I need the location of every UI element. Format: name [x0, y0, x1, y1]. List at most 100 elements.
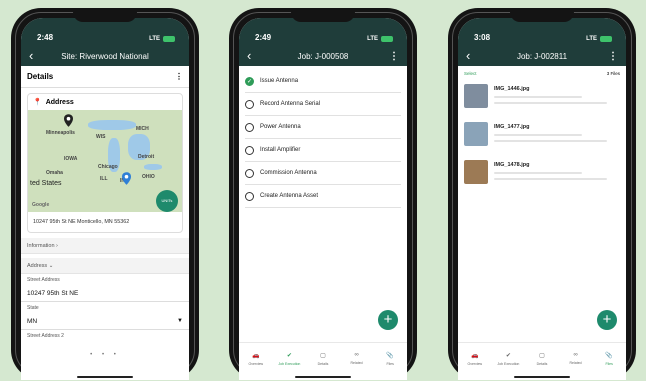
map-label: MICH: [136, 126, 149, 132]
select-button[interactable]: Select: [464, 71, 477, 76]
task-item[interactable]: Power Antenna: [245, 116, 401, 139]
more-options-icon[interactable]: ⋮: [604, 51, 618, 62]
tab-related[interactable]: ∞ Related: [340, 343, 374, 374]
field-label: Street Address: [27, 277, 60, 283]
street-address-field[interactable]: Street Address 10247 95th St NE: [21, 274, 189, 302]
placeholder-line: [494, 172, 583, 174]
tab-label: Job Execution: [497, 361, 520, 366]
phone-notch: [510, 8, 574, 22]
task-item[interactable]: Install Amplifier: [245, 139, 401, 162]
location-pin-icon: 📍: [33, 99, 42, 106]
clipboard-icon: ▢: [539, 352, 545, 359]
tab-overview[interactable]: 🚗 Overview: [458, 343, 492, 374]
back-arrow-icon[interactable]: ‹: [466, 49, 480, 62]
app-header: ‹ Job: J-002811 ⋮: [458, 46, 626, 66]
task-item[interactable]: Commission Antenna: [245, 162, 401, 185]
map-pin-icon[interactable]: [64, 114, 73, 127]
tab-job-execution[interactable]: ✔ Job Execution: [492, 343, 526, 374]
tab-files[interactable]: 📎 Files: [373, 343, 407, 374]
file-item[interactable]: IMG_1478.jpg: [458, 156, 626, 194]
status-time: 2:48: [37, 33, 54, 42]
placeholder-line: [494, 140, 608, 142]
network-label: LTE: [586, 36, 597, 42]
add-button[interactable]: +: [597, 310, 617, 330]
task-label: Issue Antenna: [260, 78, 299, 84]
screen: 2:49 LTE ‹ Job: J-000508 ⋮ ✓ Issue Antenn…: [239, 18, 407, 380]
dropdown-arrow-icon[interactable]: ▼: [177, 318, 183, 324]
status-bar: 3:08 LTE: [458, 18, 626, 46]
file-name: IMG_1446.jpg: [494, 86, 530, 92]
network-label: LTE: [367, 36, 378, 42]
clipboard-icon: ▢: [320, 352, 326, 359]
radio-unchecked-icon: [245, 168, 254, 178]
phone-notch: [291, 8, 355, 22]
task-label: Record Antenna Serial: [260, 101, 321, 107]
tab-job-execution[interactable]: ✔ Job Execution: [273, 343, 307, 374]
file-item[interactable]: IMG_1446.jpg: [458, 80, 626, 118]
app-header: ‹ Job: J-000508 ⋮: [239, 46, 407, 66]
add-button[interactable]: +: [378, 310, 398, 330]
address-card-header: 📍 Address: [28, 94, 182, 110]
checkmark-icon: ✓: [245, 76, 254, 86]
map-pin-icon[interactable]: [122, 172, 131, 185]
details-heading: Details: [27, 72, 54, 81]
tab-label: Details: [317, 361, 329, 366]
lake-superior: [88, 120, 136, 130]
link-icon: ∞: [354, 352, 359, 358]
bottom-tab-bar: 🚗 Overview ✔ Job Execution ▢ Details ∞ Relat…: [458, 342, 626, 374]
map-label: WIS: [96, 134, 106, 140]
network-label: LTE: [149, 36, 160, 42]
address-label: Address: [27, 262, 48, 269]
phone-files: 3:08 LTE ‹ Job: J-002811 ⋮ Select 3 File…: [448, 8, 636, 380]
battery-icon: [163, 36, 175, 42]
tab-overview[interactable]: 🚗 Overview: [239, 343, 273, 374]
task-item[interactable]: ✓ Issue Antenna: [245, 70, 401, 93]
field-label: Street Address 2: [27, 333, 64, 339]
check-circle-icon: ✔: [286, 352, 292, 359]
tab-label: Overview: [467, 361, 483, 366]
back-arrow-icon[interactable]: ‹: [29, 49, 43, 62]
units-label: UNITs: [161, 198, 173, 203]
task-item[interactable]: Record Antenna Serial: [245, 93, 401, 116]
screen: 2:48 LTE ‹ Site: Riverwood National Deta…: [21, 18, 189, 380]
bottom-tab-bar: 🚗 Overview ✔ Job Execution ▢ Details ∞ Relat…: [239, 342, 407, 374]
map-label: IOWA: [64, 156, 78, 162]
more-options-icon[interactable]: ⋮: [385, 51, 399, 62]
back-arrow-icon[interactable]: ‹: [247, 49, 261, 62]
car-icon: 🚗: [471, 352, 479, 359]
units-button[interactable]: UNITs: [156, 190, 178, 212]
file-thumbnail: [464, 84, 488, 108]
state-field[interactable]: State MN ▼: [21, 302, 189, 330]
radio-unchecked-icon: [245, 122, 254, 132]
car-icon: 🚗: [252, 352, 260, 359]
status-bar: 2:49 LTE: [239, 18, 407, 46]
home-indicator: [77, 376, 133, 378]
address-text: 10247 95th St NE Monticello, MN 55362: [33, 219, 130, 225]
address-section[interactable]: Address ⌄: [21, 258, 189, 274]
home-indicator: [295, 376, 351, 378]
tab-related[interactable]: ∞ Related: [559, 343, 593, 374]
google-logo: Google: [32, 202, 50, 208]
file-item[interactable]: IMG_1477.jpg: [458, 118, 626, 156]
tab-details[interactable]: ▢ Details: [306, 343, 340, 374]
street-address-2-field[interactable]: Street Address 2: [21, 330, 189, 341]
tab-label: Related: [569, 361, 582, 365]
placeholder-line: [494, 102, 608, 104]
address-map[interactable]: Minneapolis WIS MICH IOWA Chicago Detroi…: [28, 110, 182, 212]
map-label: Chicago: [98, 164, 118, 170]
more-options-icon[interactable]: ⋮: [175, 72, 183, 81]
tab-label: Job Execution: [278, 361, 301, 366]
map-label: Omaha: [46, 170, 63, 176]
field-value: 10247 95th St NE: [27, 289, 79, 297]
radio-unchecked-icon: [245, 99, 254, 109]
tab-label: Files: [605, 361, 613, 366]
paperclip-icon: 📎: [386, 352, 394, 359]
tab-details[interactable]: ▢ Details: [525, 343, 559, 374]
task-item[interactable]: Create Antenna Asset: [245, 185, 401, 208]
files-count: 3 Files: [606, 70, 620, 76]
placeholder-line: [494, 134, 583, 136]
information-section[interactable]: Information ›: [21, 238, 189, 254]
field-label: State: [27, 305, 39, 311]
phone-job-execution: 2:49 LTE ‹ Job: J-000508 ⋮ ✓ Issue Antenn…: [229, 8, 417, 380]
tab-files[interactable]: 📎 Files: [592, 343, 626, 374]
